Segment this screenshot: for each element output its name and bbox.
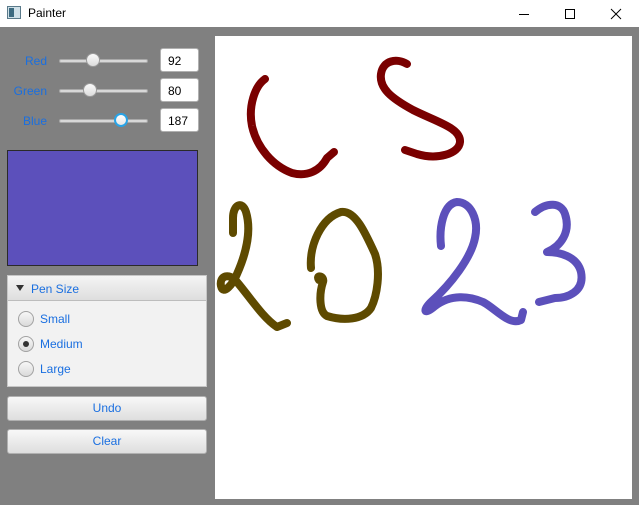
radio-medium-label: Medium — [40, 337, 83, 351]
clear-button[interactable]: Clear — [7, 429, 207, 454]
app-icon — [7, 6, 21, 19]
chevron-down-icon — [16, 285, 24, 291]
red-slider-thumb[interactable] — [86, 53, 101, 67]
red-label: Red — [24, 54, 47, 68]
radio-medium-circle[interactable] — [18, 336, 34, 352]
control-panel: Red 92 Green 80 Blue 187 Pen Size Small … — [0, 27, 214, 505]
pen-size-title: Pen Size — [31, 282, 80, 296]
radio-medium[interactable]: Medium — [18, 334, 198, 354]
color-preview — [7, 150, 198, 266]
maximize-icon — [565, 8, 575, 19]
minimize-icon — [519, 13, 529, 15]
green-label: Green — [13, 84, 47, 98]
green-slider-row: Green 80 — [0, 78, 214, 104]
stroke-s — [376, 56, 464, 161]
blue-slider-thumb[interactable] — [114, 113, 128, 127]
window-title: Painter — [28, 6, 67, 20]
radio-small-label: Small — [40, 312, 71, 326]
radio-small-circle[interactable] — [18, 311, 34, 327]
stroke-c — [246, 75, 338, 179]
radio-small[interactable]: Small — [18, 309, 198, 329]
red-slider-track[interactable] — [59, 59, 148, 63]
maximize-button[interactable] — [547, 0, 593, 27]
green-value-field[interactable]: 80 — [160, 78, 199, 102]
red-value-field[interactable]: 92 — [160, 48, 199, 72]
title-bar: Painter — [0, 0, 639, 27]
radio-large-label: Large — [40, 362, 71, 376]
radio-selected-dot — [23, 341, 29, 347]
stroke-3-purple — [531, 200, 586, 306]
red-slider-row: Red 92 — [0, 48, 214, 74]
blue-slider-row: Blue 187 — [0, 108, 214, 134]
canvas-drawing — [216, 56, 586, 331]
radio-large[interactable]: Large — [18, 359, 198, 379]
pen-size-header[interactable]: Pen Size — [8, 276, 206, 301]
drawing-canvas[interactable] — [215, 36, 632, 499]
blue-slider-track[interactable] — [59, 119, 148, 123]
stroke-0-olive — [306, 208, 382, 323]
green-slider-thumb[interactable] — [82, 83, 97, 97]
pen-size-pane: Pen Size Small Medium Large — [7, 275, 207, 387]
blue-label: Blue — [22, 114, 47, 128]
stroke-2-olive — [216, 201, 291, 331]
green-slider-track[interactable] — [59, 89, 148, 93]
blue-value-field[interactable]: 187 — [160, 108, 199, 132]
stroke-2-purple — [421, 198, 527, 326]
undo-button[interactable]: Undo — [7, 396, 207, 421]
minimize-button[interactable] — [501, 0, 547, 27]
close-icon — [610, 8, 622, 19]
close-button[interactable] — [593, 0, 639, 27]
radio-large-circle[interactable] — [18, 361, 34, 377]
